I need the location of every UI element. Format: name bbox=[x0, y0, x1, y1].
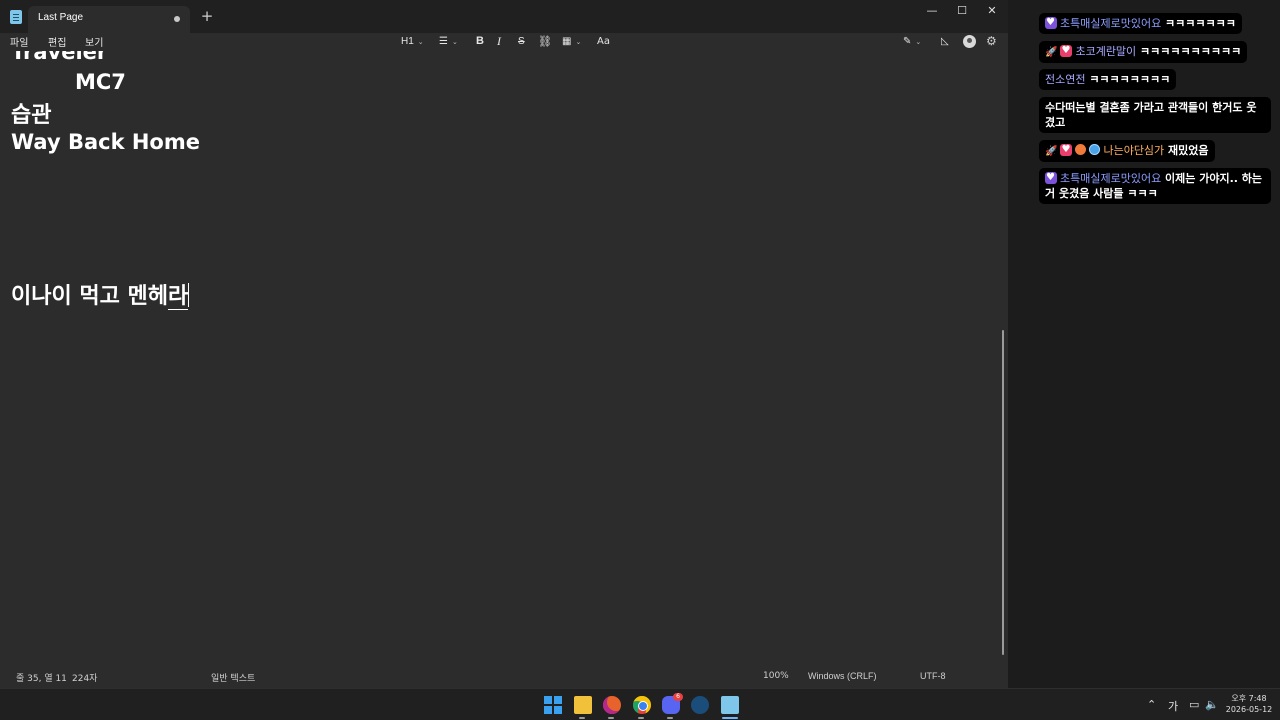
menu-bar: 파일 편집 보기 H1 ⌄ ☰ ⌄ B I S ⛓ ▦ ⌄ Aa ✎ ⌄ ◺ ⚙ bbox=[0, 33, 1008, 51]
list-dropdown[interactable]: ☰ ⌄ bbox=[439, 33, 458, 50]
running-indicator bbox=[608, 717, 614, 719]
clock-time: 오후 7:48 bbox=[1231, 694, 1267, 703]
doc-line: 습관 bbox=[11, 103, 52, 128]
strikethrough-button[interactable]: S bbox=[518, 33, 525, 50]
volume-icon[interactable]: 🔈 bbox=[1205, 698, 1219, 711]
pen-icon: ✎ bbox=[903, 36, 912, 47]
text-format[interactable]: 일반 텍스트 bbox=[211, 671, 255, 684]
chat-nick: 나는야단심가 bbox=[1103, 144, 1165, 157]
chat-text: ㅋㅋㅋㅋㅋㅋㅋㅋ bbox=[1085, 73, 1171, 86]
ime-composing-char: 라 bbox=[168, 284, 189, 310]
ime-indicator[interactable]: 가 bbox=[1168, 698, 1178, 714]
network-icon[interactable]: ▭ bbox=[1189, 698, 1199, 711]
chat-message: 🚀 초코계란말이 ㅋㅋㅋㅋㅋㅋㅋㅋㅋㅋ bbox=[1039, 41, 1248, 63]
purple-heart-badge-icon bbox=[1045, 15, 1057, 30]
list-icon: ☰ bbox=[439, 36, 448, 47]
chat-text: ㅋㅋㅋㅋㅋㅋㅋㅋㅋㅋ bbox=[1136, 45, 1242, 58]
doc-line-current: 이나이 먹고 멘헤라 bbox=[11, 278, 190, 310]
chevron-down-icon: ⌄ bbox=[575, 38, 582, 46]
notepad-taskbar-icon[interactable] bbox=[721, 696, 739, 714]
scroll-thumb[interactable] bbox=[1002, 330, 1004, 655]
menu-view[interactable]: 보기 bbox=[85, 34, 103, 49]
notepad-app-icon bbox=[10, 10, 22, 24]
spellcheck-icon[interactable]: Aa bbox=[597, 33, 610, 50]
heading-dropdown[interactable]: H1 ⌄ bbox=[401, 33, 424, 50]
line-ending[interactable]: Windows (CRLF) bbox=[808, 671, 877, 681]
chat-text: 재밌었음 bbox=[1164, 144, 1209, 157]
title-bar: Last Page + — ☐ ✕ bbox=[0, 0, 1008, 33]
chat-nick: 초특매실제로맛있어요 bbox=[1060, 17, 1162, 30]
chat-panel: 초특매실제로맛있어요 ㅋㅋㅋㅋㅋㅋㅋ 🚀 초코계란말이 ㅋㅋㅋㅋㅋㅋㅋㅋㅋㅋ 전소… bbox=[1008, 0, 1280, 688]
italic-button[interactable]: I bbox=[497, 33, 501, 50]
planet-badge-icon bbox=[1089, 144, 1101, 155]
zoom-level[interactable]: 100% bbox=[763, 671, 789, 681]
steam-icon[interactable] bbox=[691, 696, 709, 714]
announcement-icon[interactable]: ◺ bbox=[941, 33, 949, 50]
discord-notification-badge: 6 bbox=[673, 693, 683, 701]
pink-heart-badge-icon bbox=[1060, 142, 1073, 157]
chat-text: ㅋㅋㅋㅋㅋㅋㅋ bbox=[1161, 17, 1236, 30]
chevron-down-icon: ⌄ bbox=[451, 38, 458, 46]
food-badge-icon bbox=[1075, 144, 1087, 155]
chat-message: 전소연전 ㅋㅋㅋㅋㅋㅋㅋㅋ bbox=[1039, 69, 1177, 90]
running-indicator bbox=[579, 717, 585, 719]
chat-nick: 초코계란말이 bbox=[1075, 45, 1137, 58]
table-dropdown[interactable]: ▦ ⌄ bbox=[562, 33, 581, 50]
copilot-dropdown[interactable]: ✎ ⌄ bbox=[903, 33, 921, 50]
account-avatar[interactable] bbox=[963, 35, 976, 48]
encoding[interactable]: UTF-8 bbox=[920, 671, 946, 681]
menu-file[interactable]: 파일 bbox=[10, 34, 28, 49]
pink-heart-badge-icon bbox=[1060, 43, 1073, 58]
line-text: 이나이 먹고 멘헤 bbox=[11, 284, 168, 309]
char-count: 224자 bbox=[72, 674, 98, 684]
minimize-button[interactable]: — bbox=[917, 0, 947, 22]
menu-edit[interactable]: 편집 bbox=[48, 34, 66, 49]
cursor-position: 줄 35, 열 11 bbox=[16, 674, 67, 684]
clock-date: 2026-05-12 bbox=[1225, 705, 1273, 714]
firefox-icon[interactable] bbox=[603, 696, 621, 714]
new-tab-button[interactable]: + bbox=[200, 8, 214, 24]
notepad-window: Last Page + — ☐ ✕ 파일 편집 보기 H1 ⌄ ☰ ⌄ B I S … bbox=[0, 0, 1008, 688]
doc-line: Traveler bbox=[11, 51, 108, 64]
settings-gear-icon[interactable]: ⚙ bbox=[986, 33, 997, 50]
unsaved-dot-icon[interactable] bbox=[174, 16, 180, 22]
running-indicator bbox=[667, 717, 673, 719]
active-indicator bbox=[722, 717, 738, 719]
chat-message: 🚀 나는야단심가 재밌었음 bbox=[1039, 140, 1215, 162]
chat-nick: 초특매실제로맛있어요 bbox=[1060, 172, 1162, 185]
chevron-down-icon: ⌄ bbox=[915, 38, 922, 46]
doc-line: Way Back Home bbox=[11, 130, 200, 154]
doc-line: MC7 bbox=[75, 70, 126, 94]
chrome-icon[interactable] bbox=[633, 696, 651, 714]
clock[interactable]: 오후 7:48 2026-05-12 bbox=[1224, 693, 1274, 715]
bold-button[interactable]: B bbox=[476, 33, 484, 50]
file-explorer-icon[interactable] bbox=[574, 696, 592, 714]
vertical-scrollbar[interactable] bbox=[1000, 51, 1008, 664]
chevron-down-icon: ⌄ bbox=[417, 39, 424, 46]
show-hidden-icons-chevron-up-icon[interactable]: ⌃ bbox=[1147, 698, 1156, 711]
close-button[interactable]: ✕ bbox=[977, 0, 1007, 22]
taskbar: 6 ⌃ 가 ▭ 🔈 오후 7:48 2026-05-12 bbox=[0, 688, 1280, 720]
tab-title: Last Page bbox=[38, 12, 84, 23]
rocket-badge-icon: 🚀 bbox=[1045, 47, 1058, 58]
tab-last-page[interactable]: Last Page bbox=[28, 6, 190, 33]
chat-nick: 수다떠는별 bbox=[1045, 101, 1096, 114]
chat-message: 수다떠는별 결혼좀 가라고 관객들이 한거도 웃겼고 bbox=[1039, 97, 1271, 133]
link-icon[interactable]: ⛓ bbox=[538, 33, 552, 50]
chat-message: 초특매실제로맛있어요 이제는 가야지.. 하는거 웃겼음 사람들 ㅋㅋㅋ bbox=[1039, 168, 1271, 204]
running-indicator bbox=[638, 717, 644, 719]
chat-message: 초특매실제로맛있어요 ㅋㅋㅋㅋㅋㅋㅋ bbox=[1039, 13, 1242, 34]
maximize-button[interactable]: ☐ bbox=[947, 0, 977, 22]
start-windows-icon[interactable] bbox=[544, 696, 562, 714]
status-bar: 줄 35, 열 11 224자 일반 텍스트 100% Windows (CRL… bbox=[0, 664, 1008, 688]
rocket-badge-icon: 🚀 bbox=[1045, 146, 1058, 157]
text-caret bbox=[188, 283, 190, 307]
heading-label: H1 bbox=[401, 36, 414, 47]
chat-nick: 전소연전 bbox=[1045, 73, 1086, 86]
editor-area[interactable]: Traveler MC7 습관 Way Back Home 이나이 먹고 멘헤라 bbox=[0, 51, 1000, 664]
table-icon: ▦ bbox=[562, 36, 572, 47]
purple-heart-badge-icon bbox=[1045, 170, 1057, 185]
